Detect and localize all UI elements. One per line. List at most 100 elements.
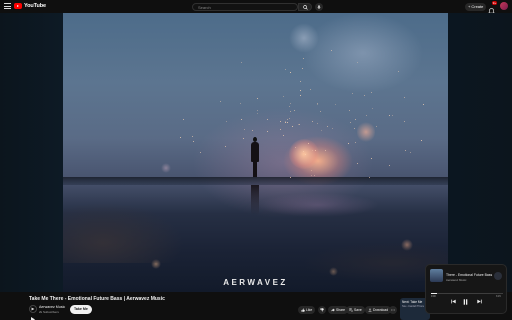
like-button[interactable]: Like xyxy=(298,306,316,314)
sparkle xyxy=(252,129,254,131)
sparkle xyxy=(239,103,241,105)
sparkle xyxy=(299,124,301,126)
sparkle xyxy=(257,113,259,115)
sparkle xyxy=(354,142,356,144)
sparkle xyxy=(266,131,268,133)
sparkle xyxy=(256,109,258,111)
youtube-play-logo-icon xyxy=(14,3,22,9)
sparkle xyxy=(410,151,412,153)
sparkle xyxy=(397,70,399,72)
subscribe-button[interactable]: Take Me xyxy=(70,305,92,314)
mini-player[interactable]: There - Emotional Future Bass Aerwavez M… xyxy=(425,264,507,314)
download-icon xyxy=(368,308,372,312)
sparkle xyxy=(200,151,202,153)
sparkle xyxy=(371,158,373,160)
menu-icon[interactable] xyxy=(4,3,11,9)
pause-button[interactable] xyxy=(463,299,468,305)
microphone-icon xyxy=(317,4,321,9)
channel-name[interactable]: Aerwavez Music xyxy=(39,305,65,309)
channel-avatar[interactable] xyxy=(29,305,37,313)
sparkle xyxy=(317,102,319,104)
logo-text: YouTube xyxy=(24,3,47,9)
download-button[interactable]: Download xyxy=(365,306,392,314)
top-bar: YouTube Search + Create 9+ xyxy=(0,0,512,15)
sparkle xyxy=(357,61,359,63)
more-actions-button[interactable] xyxy=(389,306,397,314)
sparkle xyxy=(224,145,226,147)
sparkle xyxy=(420,140,422,142)
mini-player-progress-fill xyxy=(431,293,437,294)
sparkle xyxy=(348,142,350,144)
search-icon xyxy=(302,4,308,10)
save-button[interactable]: Save xyxy=(346,306,365,314)
shoreline xyxy=(63,177,448,185)
user-avatar[interactable] xyxy=(500,2,508,10)
mini-player-channel-avatar[interactable] xyxy=(494,272,502,280)
sparkle xyxy=(372,107,374,109)
sparkle xyxy=(352,92,354,94)
sparkle xyxy=(356,163,358,165)
bokeh-light xyxy=(289,139,319,169)
mini-player-current-time: 0:00 xyxy=(431,295,436,298)
dislike-button[interactable] xyxy=(318,306,326,314)
sparkle xyxy=(193,141,195,143)
sparkle xyxy=(335,103,337,105)
pause-icon xyxy=(463,299,468,305)
thumbs-down-icon xyxy=(320,308,324,312)
sparkle xyxy=(363,94,365,96)
sparkle xyxy=(389,165,391,166)
sparkle xyxy=(310,88,312,90)
mini-player-progress-bar[interactable] xyxy=(431,293,503,294)
sparkle xyxy=(280,120,282,122)
mini-player-thumbnail xyxy=(430,269,443,282)
video-player[interactable]: AERWAVEZ xyxy=(63,13,448,292)
sparkle xyxy=(243,138,245,140)
sparkle xyxy=(289,176,291,178)
sparkle xyxy=(288,118,290,120)
sparkle xyxy=(285,69,287,71)
download-label: Download xyxy=(373,308,389,312)
skip-next-icon xyxy=(477,299,482,304)
sparkle xyxy=(313,174,315,176)
like-label: Like xyxy=(306,308,313,312)
bokeh-light xyxy=(161,163,171,173)
sparkle xyxy=(349,110,351,112)
channel-logo-icon xyxy=(31,307,35,311)
bokeh-light xyxy=(289,23,319,53)
sparkle xyxy=(287,121,289,123)
more-horizontal-icon xyxy=(391,309,395,311)
sparkle xyxy=(405,149,407,151)
mini-player-title: There - Emotional Future Bass xyxy=(446,273,493,277)
sparkle xyxy=(375,125,377,127)
sparkle xyxy=(219,100,221,102)
search-button[interactable] xyxy=(298,3,312,11)
sparkle xyxy=(279,129,281,131)
sparkle xyxy=(303,57,305,59)
sparkle xyxy=(282,135,284,137)
voice-search-button[interactable] xyxy=(315,3,323,11)
sparkle xyxy=(331,128,333,130)
sparkle xyxy=(312,120,314,122)
sparkle xyxy=(327,126,329,128)
sparkle xyxy=(422,104,424,106)
sparkle xyxy=(389,114,391,116)
previous-button[interactable] xyxy=(451,299,456,304)
sparkle xyxy=(403,97,405,99)
sparkle xyxy=(299,89,301,91)
skip-previous-icon xyxy=(451,299,456,304)
figure-reflection xyxy=(251,185,259,215)
create-button[interactable]: + Create xyxy=(465,3,487,11)
share-label: Share xyxy=(336,308,346,312)
search-input[interactable]: Search xyxy=(192,3,298,11)
notifications-button[interactable]: 9+ xyxy=(487,1,497,15)
sparkle xyxy=(290,103,292,105)
youtube-logo[interactable]: YouTube xyxy=(14,3,46,9)
sparkle xyxy=(183,118,185,120)
silhouette-figure xyxy=(251,137,259,177)
sparkle xyxy=(288,106,290,108)
sparkle xyxy=(355,119,357,121)
youtube-watch-page: YouTube Search + Create 9+ AERWAVEZ Take… xyxy=(0,0,512,320)
water-reflection xyxy=(203,185,433,225)
sparkle xyxy=(350,122,352,124)
next-button[interactable] xyxy=(477,299,482,304)
